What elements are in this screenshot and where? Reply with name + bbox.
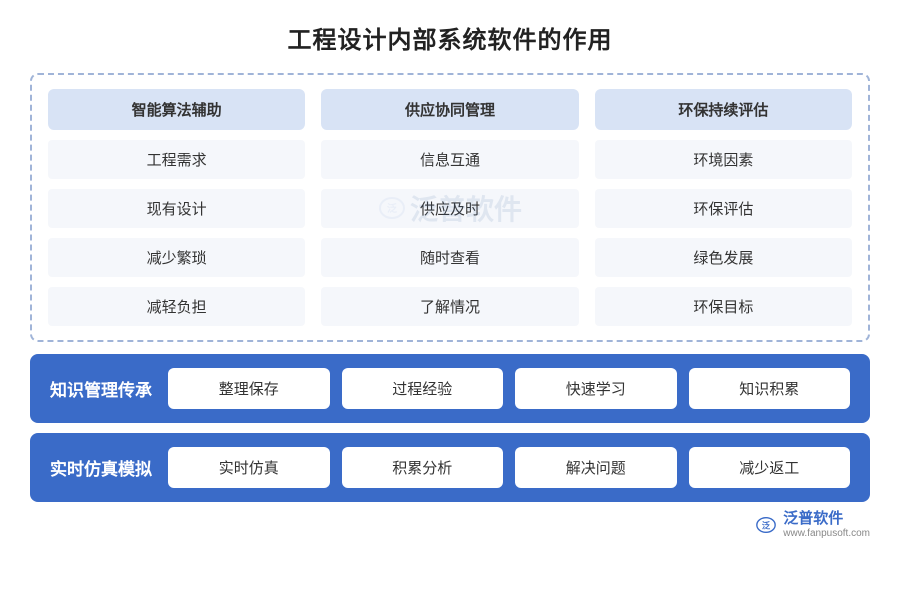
header-col-3: 环保持续评估	[595, 89, 852, 130]
logo-icon: 泛	[755, 514, 777, 536]
cell-r2-c2: 供应及时	[321, 189, 578, 228]
knowledge-section: 知识管理传承 整理保存 过程经验 快速学习 知识积累	[30, 354, 870, 423]
svg-text:泛: 泛	[762, 521, 771, 531]
knowledge-tag-3: 快速学习	[515, 368, 677, 409]
cell-r4-c1: 减轻负担	[48, 287, 305, 326]
cell-r3-c2: 随时查看	[321, 238, 578, 277]
knowledge-tags: 整理保存 过程经验 快速学习 知识积累	[168, 368, 850, 409]
cell-r3-c1: 减少繁琐	[48, 238, 305, 277]
cell-r2-c1: 现有设计	[48, 189, 305, 228]
simulation-tag-3: 解决问题	[515, 447, 677, 488]
cell-r4-c3: 环保目标	[595, 287, 852, 326]
knowledge-label: 知识管理传承	[50, 376, 152, 401]
simulation-tag-1: 实时仿真	[168, 447, 330, 488]
simulation-tags: 实时仿真 积累分析 解决问题 减少返工	[168, 447, 850, 488]
cell-r2-c3: 环保评估	[595, 189, 852, 228]
logo-main-text: 泛普软件	[783, 510, 870, 528]
header-col-2: 供应协同管理	[321, 89, 578, 130]
header-col-1: 智能算法辅助	[48, 89, 305, 130]
simulation-tag-2: 积累分析	[342, 447, 504, 488]
knowledge-tag-2: 过程经验	[342, 368, 504, 409]
logo-area: 泛 泛普软件 www.fanpusoft.com	[30, 510, 870, 540]
cell-r4-c2: 了解情况	[321, 287, 578, 326]
top-grid: 智能算法辅助 供应协同管理 环保持续评估 工程需求 信息互通 环境因素 现有设计…	[48, 89, 852, 326]
knowledge-tag-1: 整理保存	[168, 368, 330, 409]
top-section: 泛 泛普软件 智能算法辅助 供应协同管理 环保持续评估 工程需求 信息互通 环境…	[30, 73, 870, 342]
bottom-sections: 知识管理传承 整理保存 过程经验 快速学习 知识积累 实时仿真模拟 实时仿真 积…	[30, 354, 870, 502]
cell-r1-c1: 工程需求	[48, 140, 305, 179]
logo-text: 泛普软件 www.fanpusoft.com	[783, 510, 870, 540]
logo-sub-text: www.fanpusoft.com	[783, 528, 870, 540]
cell-r1-c2: 信息互通	[321, 140, 578, 179]
simulation-section: 实时仿真模拟 实时仿真 积累分析 解决问题 减少返工	[30, 433, 870, 502]
cell-r1-c3: 环境因素	[595, 140, 852, 179]
simulation-tag-4: 减少返工	[689, 447, 851, 488]
page-title: 工程设计内部系统软件的作用	[288, 20, 613, 55]
cell-r3-c3: 绿色发展	[595, 238, 852, 277]
knowledge-tag-4: 知识积累	[689, 368, 851, 409]
simulation-label: 实时仿真模拟	[50, 455, 152, 480]
